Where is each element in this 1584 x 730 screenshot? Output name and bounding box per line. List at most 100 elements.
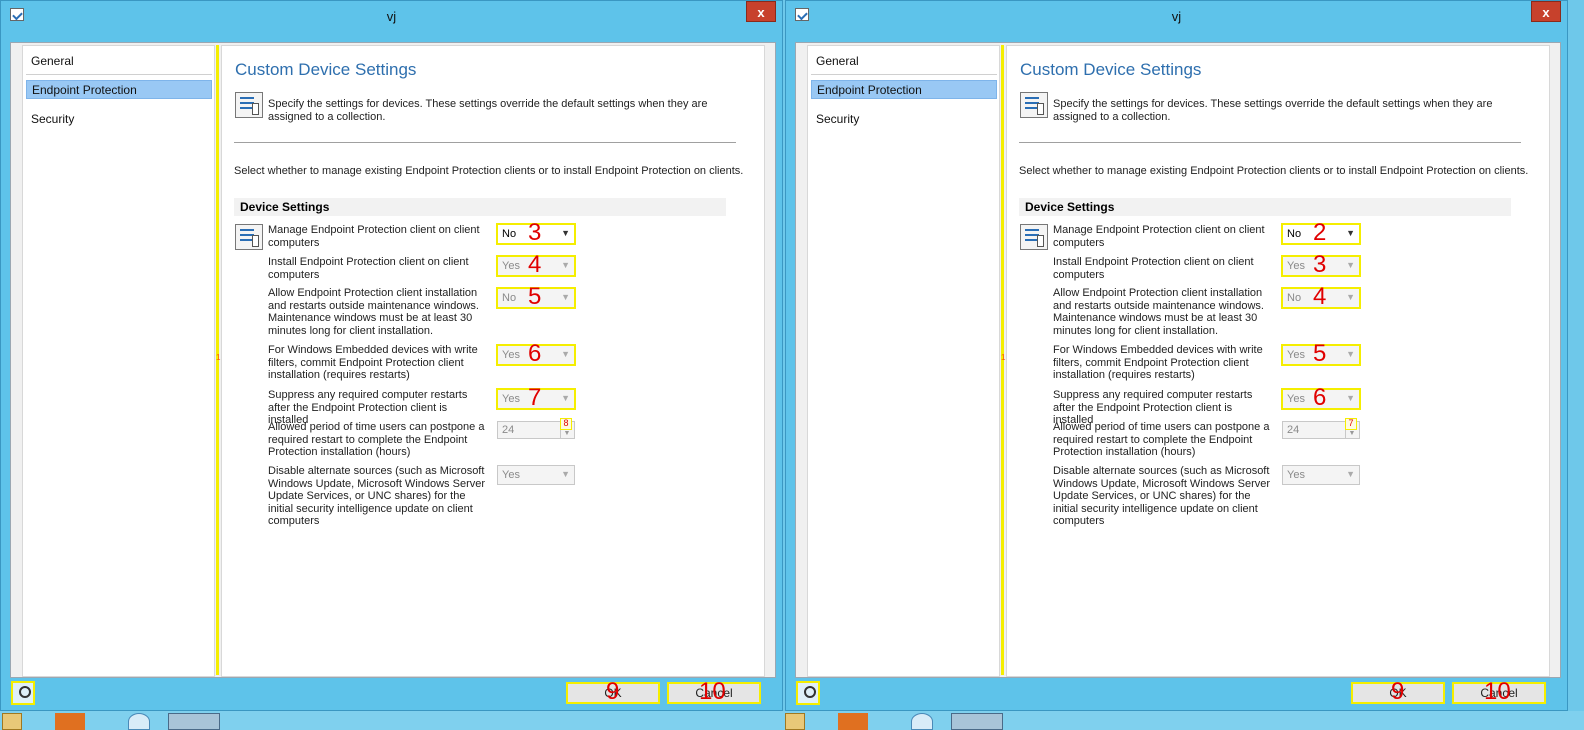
step-badge: 10 bbox=[699, 678, 726, 705]
close-button[interactable]: x bbox=[1531, 1, 1561, 22]
dropdown-value: No bbox=[502, 228, 517, 240]
dialog-frame: General Endpoint Protection Security 1 C… bbox=[795, 42, 1561, 678]
dropdown-value: No bbox=[1287, 228, 1302, 240]
dropdown-value: Yes bbox=[502, 349, 520, 361]
step-badge: 10 bbox=[1484, 678, 1511, 705]
spinner-value: 24 bbox=[502, 424, 515, 436]
window-title: vj bbox=[1171, 9, 1182, 24]
folder-icon[interactable] bbox=[2, 713, 22, 730]
description-text: Specify the settings for devices. These … bbox=[268, 98, 708, 123]
allow-outside-maintenance-dropdown[interactable]: No 5 ▼ bbox=[496, 283, 576, 310]
chevron-down-icon: ▼ bbox=[1346, 469, 1355, 479]
help-search-icon[interactable] bbox=[796, 681, 820, 705]
gear-icon[interactable] bbox=[55, 713, 85, 730]
step-badge: 6 bbox=[528, 340, 542, 367]
setting-label: Disable alternate sources (such as Micro… bbox=[1053, 465, 1271, 527]
manage-client-dropdown[interactable]: No 3 ▼ bbox=[496, 219, 576, 246]
setting-label: For Windows Embedded devices with write … bbox=[1053, 344, 1263, 381]
setting-label: Manage Endpoint Protection client on cli… bbox=[268, 224, 480, 249]
chevron-down-icon: ▼ bbox=[561, 292, 570, 302]
search-icon[interactable] bbox=[128, 713, 150, 730]
dropdown-value: Yes bbox=[1287, 349, 1305, 361]
embedded-commit-dropdown[interactable]: Yes 6 ▼ bbox=[496, 340, 576, 367]
ok-button[interactable]: OK 9 bbox=[1351, 680, 1445, 704]
postpone-hours-spinner[interactable]: 24 ▲▼ 7 bbox=[1282, 418, 1360, 439]
chevron-down-icon: ▼ bbox=[1346, 228, 1355, 238]
nav-pane: General Endpoint Protection Security bbox=[22, 45, 215, 677]
section-header: Device Settings bbox=[1019, 198, 1511, 216]
console-app-icon[interactable] bbox=[168, 713, 220, 730]
instruction-text: Select whether to manage existing Endpoi… bbox=[1019, 165, 1529, 177]
settings-list-icon bbox=[235, 92, 263, 118]
allow-outside-maintenance-dropdown[interactable]: No 4 ▼ bbox=[1281, 283, 1361, 310]
embedded-commit-dropdown[interactable]: Yes 5 ▼ bbox=[1281, 342, 1361, 366]
postpone-hours-spinner[interactable]: 24 ▲▼ 8 bbox=[497, 418, 575, 439]
suppress-restarts-dropdown[interactable]: Yes 7 ▼ bbox=[496, 386, 576, 410]
dropdown-value: Yes bbox=[1287, 393, 1305, 405]
gear-icon[interactable] bbox=[838, 713, 868, 730]
dropdown-value: Yes bbox=[1287, 469, 1305, 481]
disable-alternate-sources-dropdown[interactable]: Yes ▼ bbox=[1282, 465, 1360, 485]
console-app-icon[interactable] bbox=[951, 713, 1003, 730]
chevron-down-icon: ▼ bbox=[561, 260, 570, 270]
divider bbox=[1019, 142, 1521, 143]
nav-item-security[interactable]: Security bbox=[811, 110, 997, 129]
dropdown-value: No bbox=[502, 292, 517, 304]
nav-item-endpoint-protection[interactable]: Endpoint Protection bbox=[26, 80, 212, 99]
title-bar[interactable]: vj x bbox=[786, 1, 1567, 31]
page-title: Custom Device Settings bbox=[1020, 60, 1202, 79]
search-icon[interactable] bbox=[911, 713, 933, 730]
chevron-down-icon: ▼ bbox=[1346, 292, 1355, 302]
content-pane: Custom Device Settings Specify the setti… bbox=[221, 45, 765, 677]
folder-icon[interactable] bbox=[785, 713, 805, 730]
dropdown-value: Yes bbox=[502, 469, 520, 481]
manage-client-dropdown[interactable]: No 2 ▼ bbox=[1281, 219, 1361, 246]
splitter-mark: 1 bbox=[1001, 353, 1006, 362]
divider bbox=[234, 142, 736, 143]
spinner-value: 24 bbox=[1287, 424, 1300, 436]
step-badge: 3 bbox=[1313, 251, 1327, 278]
step-badge: 6 bbox=[1313, 384, 1327, 411]
step-badge: 4 bbox=[1313, 283, 1327, 310]
nav-item-endpoint-protection[interactable]: Endpoint Protection bbox=[811, 80, 997, 99]
description-text: Specify the settings for devices. These … bbox=[1053, 98, 1493, 123]
disable-alternate-sources-dropdown[interactable]: Yes ▼ bbox=[497, 465, 575, 485]
setting-label: Allow Endpoint Protection client install… bbox=[1053, 287, 1264, 337]
step-badge: 5 bbox=[528, 283, 542, 310]
taskbar bbox=[0, 711, 1584, 730]
suppress-restarts-dropdown[interactable]: Yes 6 ▼ bbox=[1281, 384, 1361, 411]
title-bar[interactable]: vj x bbox=[1, 1, 782, 31]
install-client-dropdown[interactable]: Yes 4 ▼ bbox=[496, 251, 576, 278]
chevron-down-icon: ▼ bbox=[1346, 393, 1355, 403]
dialog-frame: General Endpoint Protection Security 1 C… bbox=[10, 42, 776, 678]
setting-label: Allowed period of time users can postpon… bbox=[268, 421, 485, 458]
nav-divider bbox=[26, 74, 212, 75]
device-settings-icon bbox=[1020, 224, 1048, 250]
step-badge: 9 bbox=[606, 678, 620, 705]
nav-item-security[interactable]: Security bbox=[26, 110, 212, 129]
ok-button[interactable]: OK 9 bbox=[566, 678, 660, 705]
chevron-down-icon: ▼ bbox=[1346, 260, 1355, 270]
nav-item-general[interactable]: General bbox=[26, 52, 212, 71]
settings-list-icon bbox=[1020, 92, 1048, 118]
chevron-down-icon: ▼ bbox=[561, 393, 570, 403]
dialog-window-left: vj x General Endpoint Protection Securit… bbox=[0, 0, 783, 711]
cancel-button[interactable]: Cancel 10 bbox=[667, 678, 761, 705]
close-button[interactable]: x bbox=[746, 1, 776, 22]
help-search-icon[interactable] bbox=[11, 681, 35, 705]
instruction-text: Select whether to manage existing Endpoi… bbox=[234, 165, 744, 177]
nav-item-general[interactable]: General bbox=[811, 52, 997, 71]
install-client-dropdown[interactable]: Yes 3 ▼ bbox=[1281, 251, 1361, 278]
setting-label: Manage Endpoint Protection client on cli… bbox=[1053, 224, 1265, 249]
dropdown-value: Yes bbox=[502, 260, 520, 272]
chevron-down-icon: ▼ bbox=[1346, 349, 1355, 359]
cancel-button[interactable]: Cancel 10 bbox=[1452, 678, 1546, 705]
chevron-down-icon: ▼ bbox=[561, 349, 570, 359]
step-badge: 2 bbox=[1313, 219, 1327, 246]
step-badge: 7 bbox=[1345, 418, 1357, 430]
step-badge: 4 bbox=[528, 251, 542, 278]
section-header: Device Settings bbox=[234, 198, 726, 216]
window-title: vj bbox=[386, 9, 397, 24]
step-badge: 3 bbox=[528, 219, 542, 246]
chevron-down-icon: ▼ bbox=[561, 469, 570, 479]
